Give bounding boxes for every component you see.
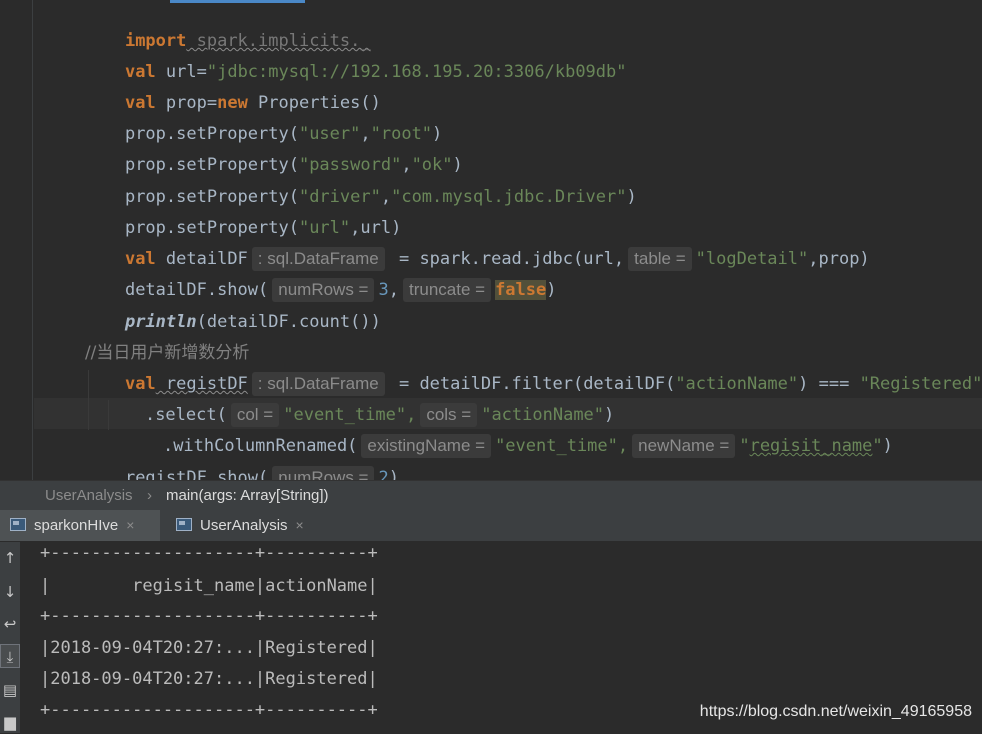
console-output-line: | regisit_name|actionName| xyxy=(40,576,378,596)
tab-sparkonhive[interactable]: sparkonHIve × xyxy=(0,510,160,541)
code-line-url[interactable]: val url="jdbc:mysql://192.168.195.20:330… xyxy=(84,26,627,82)
string-literal: "actionName" xyxy=(675,374,799,394)
tab-useranalysis[interactable]: UserAnalysis × xyxy=(166,510,326,541)
console-icon xyxy=(10,518,26,531)
code-line-set-password[interactable]: prop.setProperty("password","ok") xyxy=(84,119,463,175)
param-hint: newName = xyxy=(632,434,736,458)
string-literal: " xyxy=(739,436,750,456)
code-line-regist-show[interactable]: registDF.show(numRows = 2) xyxy=(84,432,399,480)
string-literal: "Registered" xyxy=(859,374,982,394)
string-literal: "event_time" xyxy=(495,436,618,456)
boolean-literal: false xyxy=(495,280,547,300)
code-line-println[interactable]: println(detailDF.count()) xyxy=(84,276,381,332)
console-output-line: |2018-09-04T20:27:...|Registered| xyxy=(40,669,378,689)
up-arrow-icon[interactable]: ↑ xyxy=(0,546,20,570)
string-literal: "logDetail" xyxy=(695,249,809,269)
tab-label: sparkonHIve xyxy=(34,517,119,534)
code-line-prop[interactable]: val prop=new Properties() xyxy=(84,57,381,113)
code-text: ) xyxy=(388,468,399,480)
scroll-to-end-icon[interactable]: ⤓ xyxy=(0,644,20,668)
code-line-set-user[interactable]: prop.setProperty("user","root") xyxy=(84,88,442,144)
breadcrumb: UserAnalysis › main(args: Array[String]) xyxy=(0,480,982,510)
gutter-divider xyxy=(32,0,33,480)
param-hint: truncate = xyxy=(402,278,492,302)
soft-wrap-icon[interactable]: ↩ xyxy=(0,612,20,636)
string-literal: "com.mysql.jdbc.Driver" xyxy=(391,187,627,207)
console-toolbar: ↑ ↓ ↩ ⤓ ▤ ▆ xyxy=(0,542,20,733)
print-icon[interactable]: ▤ xyxy=(0,678,20,702)
watermark: https://blog.csdn.net/weixin_49165958 xyxy=(699,703,972,720)
close-icon[interactable]: × xyxy=(296,517,304,533)
code-text: ) xyxy=(882,436,893,456)
code-line-import[interactable]: import spark.implicits._ xyxy=(84,0,371,51)
console-output-line: +--------------------+----------+ xyxy=(40,700,378,720)
breadcrumb-item-method[interactable]: main(args: Array[String]) xyxy=(166,481,329,510)
code-line-with-column-renamed[interactable]: .withColumnRenamed(existingName = "event_… xyxy=(122,400,893,458)
code-line-regist-df[interactable]: val registDF: sql.DataFrame = detailDF.f… xyxy=(84,338,982,396)
tab-label: UserAnalysis xyxy=(200,517,288,534)
console-output-line: +--------------------+----------+ xyxy=(40,606,378,626)
code-text: , xyxy=(617,436,629,456)
console-output-line: |2018-09-04T20:27:...|Registered| xyxy=(40,638,378,658)
code-text: ) xyxy=(546,280,557,300)
breadcrumb-separator: › xyxy=(147,487,152,504)
string-literal-typo: regisit_name xyxy=(749,436,873,456)
code-line-detail-show[interactable]: detailDF.show(numRows = 3, truncate = false… xyxy=(84,244,557,302)
breadcrumb-item-class[interactable]: UserAnalysis xyxy=(45,481,133,510)
number-literal: 2 xyxy=(378,468,389,480)
param-hint: table = xyxy=(628,247,692,271)
code-editor[interactable]: import spark.implicits._ val url="jdbc:m… xyxy=(0,0,982,480)
code-line-set-url[interactable]: prop.setProperty("url",url) xyxy=(84,182,401,238)
trash-icon[interactable]: ▆ xyxy=(0,710,20,734)
console-icon xyxy=(176,518,192,531)
code-text: ) xyxy=(626,187,637,207)
code-text: registDF.show( xyxy=(124,468,269,480)
code-line-select[interactable]: .select(col = "event_time", cols = "actionN… xyxy=(104,369,614,427)
code-line-detail-df[interactable]: val detailDF: sql.DataFrame = spark.read… xyxy=(84,213,870,271)
console-output-line: +--------------------+----------+ xyxy=(40,543,378,563)
close-icon[interactable]: × xyxy=(126,517,134,533)
code-text: ) === xyxy=(798,374,860,394)
code-line-comment[interactable]: //当日用户新增数分析 xyxy=(44,307,249,363)
param-hint: numRows = xyxy=(272,466,375,480)
down-arrow-icon[interactable]: ↓ xyxy=(0,580,20,604)
code-text: ,prop) xyxy=(808,249,870,269)
code-line-set-driver[interactable]: prop.setProperty("driver","com.mysql.jdb… xyxy=(84,151,637,207)
string-literal: " xyxy=(872,436,883,456)
code-text: , xyxy=(388,280,399,300)
